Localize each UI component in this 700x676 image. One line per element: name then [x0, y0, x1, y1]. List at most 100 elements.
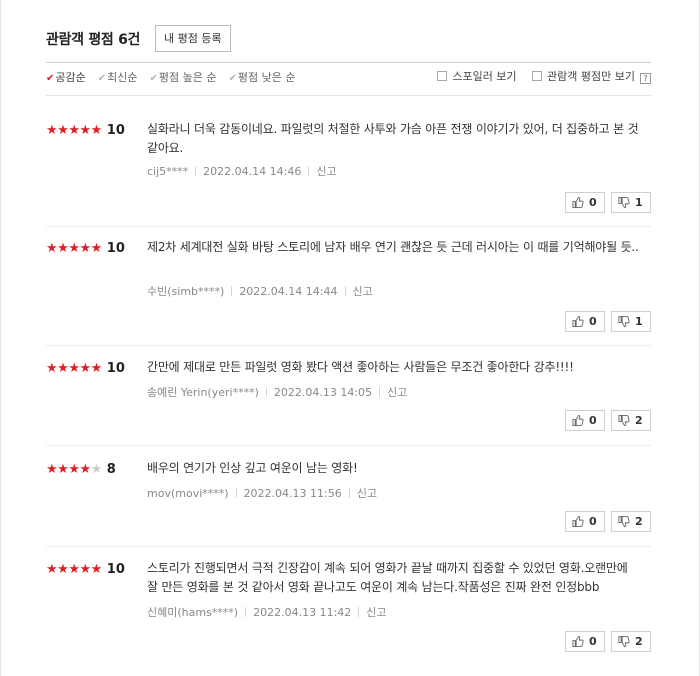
report-link[interactable]: 신고	[387, 386, 407, 399]
check-icon: ✔	[46, 73, 55, 84]
reviews-title-label: 관람객 평점	[46, 32, 114, 48]
like-button[interactable]: 0	[565, 410, 605, 431]
meta-separator	[348, 488, 350, 498]
review-text: 실화라니 더욱 감동이네요. 파일럿의 처절한 사투와 가슴 아픈 전쟁 이야기…	[147, 122, 639, 155]
report-link[interactable]: 신고	[353, 285, 373, 298]
review-meta: cij5**** 2022.04.14 14:46 신고	[147, 163, 337, 179]
dislike-button[interactable]: 2	[611, 631, 651, 652]
star-icon: ★	[79, 462, 91, 477]
meta-separator	[308, 166, 310, 176]
sort-label: 공감순	[55, 71, 86, 84]
filter-options: 스포일러 보기 관람객 평점만 보기?	[425, 68, 651, 84]
thumbs-up-icon	[572, 414, 584, 427]
review-divider	[46, 226, 651, 227]
review-score: 10	[106, 361, 125, 376]
sort-label: 평점 높은 순	[158, 71, 217, 84]
like-count: 0	[589, 515, 597, 528]
reviews-title: 관람객 평점 6건	[46, 29, 140, 49]
star-icon: ★	[46, 123, 58, 138]
header-divider	[46, 62, 651, 63]
sort-by-rating-high[interactable]: ✔평점 높은 순	[150, 69, 217, 85]
dislike-count: 2	[635, 635, 643, 648]
report-link[interactable]: 신고	[316, 165, 336, 178]
help-icon[interactable]: ?	[640, 73, 651, 84]
audience-only-checkbox[interactable]	[532, 71, 543, 81]
star-icon: ★	[90, 562, 103, 577]
dislike-count: 1	[635, 196, 643, 209]
spoiler-filter[interactable]: 스포일러 보기	[437, 68, 517, 84]
like-count: 0	[589, 635, 597, 648]
meta-separator	[235, 488, 237, 498]
review-divider	[46, 345, 651, 346]
thumbs-down-icon	[618, 515, 630, 528]
review-date: 2022.04.13 14:05	[273, 386, 373, 399]
frame-left-border	[0, 0, 1, 676]
sort-by-latest[interactable]: ✔최신순	[98, 69, 138, 85]
star-icon: ★	[57, 123, 69, 138]
audience-only-filter[interactable]: 관람객 평점만 보기?	[532, 68, 651, 84]
sort-options: ✔공감순 ✔최신순 ✔평점 높은 순 ✔평점 낮은 순	[46, 69, 308, 85]
review-rating: ★★★★★ 10	[46, 238, 125, 257]
review-date: 2022.04.14 14:46	[203, 165, 302, 178]
star-icon: ★	[68, 361, 80, 376]
star-icon: ★	[68, 462, 80, 477]
meta-separator	[231, 286, 233, 296]
review-date: 2022.04.13 11:42	[253, 606, 352, 619]
review-score: 10	[106, 562, 125, 577]
review-user: mov(movi****)	[147, 487, 229, 500]
sort-divider	[46, 95, 651, 96]
star-icon: ★	[90, 462, 103, 477]
like-count: 0	[589, 414, 597, 427]
dislike-button[interactable]: 1	[611, 192, 651, 213]
like-button[interactable]: 0	[565, 511, 605, 532]
sort-by-likes[interactable]: ✔공감순	[46, 69, 86, 85]
review-meta: 신혜미(hams****) 2022.04.13 11:42 신고	[147, 604, 387, 620]
like-count: 0	[589, 196, 597, 209]
star-rating: ★★★★★	[46, 361, 102, 376]
review-meta: 수빈(simb****) 2022.04.14 14:44 신고	[147, 283, 373, 299]
reviews-count: 6건	[118, 32, 141, 48]
meta-separator	[195, 166, 197, 176]
review-rating: ★★★★★ 10	[46, 120, 125, 139]
dislike-button[interactable]: 2	[611, 511, 651, 532]
spoiler-label: 스포일러 보기	[452, 70, 517, 83]
star-icon: ★	[46, 361, 58, 376]
review-text: 제2차 세계대전 실화 바탕 스토리에 남자 배우 연기 괜찮은 듯 근데 러시…	[147, 240, 639, 254]
report-link[interactable]: 신고	[366, 606, 386, 619]
star-rating: ★★★★★	[46, 241, 102, 256]
thumbs-down-icon	[618, 414, 630, 427]
review-user: 수빈(simb****)	[147, 285, 225, 298]
star-rating: ★★★★★	[46, 123, 102, 138]
spoiler-checkbox[interactable]	[437, 71, 448, 81]
dislike-button[interactable]: 2	[611, 410, 651, 431]
review-user: 송예린 Yerin(yeri****)	[147, 386, 259, 399]
star-icon: ★	[46, 462, 58, 477]
meta-separator	[265, 387, 267, 397]
like-button[interactable]: 0	[565, 192, 605, 213]
check-icon: ✔	[149, 73, 158, 84]
like-button[interactable]: 0	[565, 311, 605, 332]
review-user: cij5****	[147, 165, 189, 178]
thumbs-up-icon	[572, 635, 584, 648]
star-rating: ★★★★★	[46, 562, 102, 577]
sort-label: 평점 낮은 순	[237, 71, 296, 84]
star-icon: ★	[68, 123, 80, 138]
review-meta: mov(movi****) 2022.04.13 11:56 신고	[147, 485, 377, 501]
star-icon: ★	[90, 241, 103, 256]
review-divider	[46, 546, 651, 547]
sort-by-rating-low[interactable]: ✔평점 낮은 순	[229, 69, 296, 85]
review-score: 10	[106, 241, 125, 256]
check-icon: ✔	[97, 73, 107, 84]
dislike-button[interactable]: 1	[611, 311, 651, 332]
meta-separator	[344, 286, 346, 296]
star-icon: ★	[79, 562, 91, 577]
report-link[interactable]: 신고	[357, 487, 377, 500]
review-text: 간만에 제대로 만든 파일럿 영화 봤다 액션 좋아하는 사람들은 무조건 좋아…	[147, 360, 574, 374]
dislike-count: 1	[635, 315, 643, 328]
write-review-button[interactable]: 내 평점 등록	[155, 25, 231, 52]
meta-separator	[358, 607, 360, 617]
star-icon: ★	[57, 241, 69, 256]
like-button[interactable]: 0	[565, 631, 605, 652]
star-icon: ★	[90, 123, 103, 138]
dislike-count: 2	[635, 414, 643, 427]
